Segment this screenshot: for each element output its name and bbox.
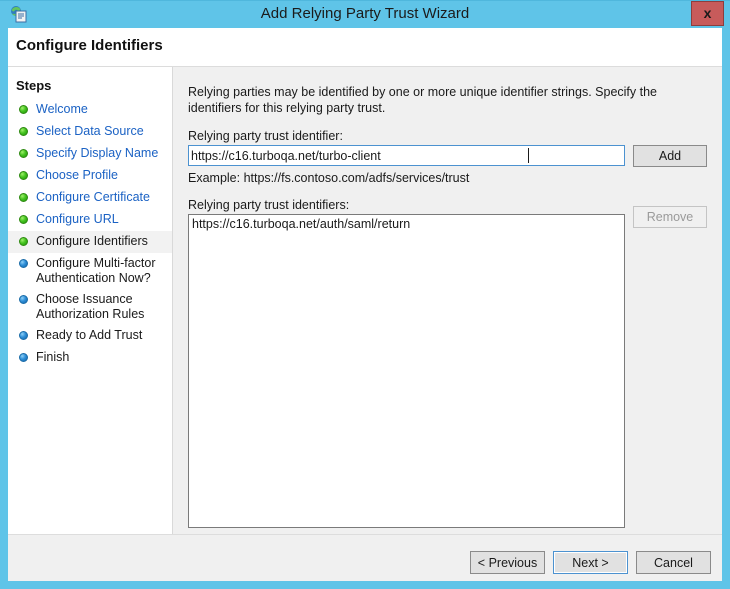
blue-bullet-icon xyxy=(19,259,28,268)
steps-list: Welcome Select Data Source Specify Displ… xyxy=(8,99,173,369)
page-title: Configure Identifiers xyxy=(16,37,163,54)
sidebar-item-configure-url[interactable]: Configure URL xyxy=(8,209,173,231)
green-bullet-icon xyxy=(19,215,28,224)
steps-heading: Steps xyxy=(16,78,52,93)
sidebar-item-welcome[interactable]: Welcome xyxy=(8,99,173,121)
green-bullet-icon xyxy=(19,149,28,158)
next-button[interactable]: Next > xyxy=(553,551,628,574)
sidebar-item-configure-certificate[interactable]: Configure Certificate xyxy=(8,187,173,209)
identifiers-listbox[interactable]: https://c16.turboqa.net/auth/saml/return xyxy=(188,214,625,528)
sidebar-item-specify-display-name[interactable]: Specify Display Name xyxy=(8,143,173,165)
sidebar-item-configure-identifiers: Configure Identifiers xyxy=(8,231,173,253)
step-label: Configure URL xyxy=(36,212,119,226)
green-bullet-icon xyxy=(19,237,28,246)
sidebar-item-select-data-source[interactable]: Select Data Source xyxy=(8,121,173,143)
sidebar-item-choose-profile[interactable]: Choose Profile xyxy=(8,165,173,187)
steps-sidebar: Steps Welcome Select Data Source Specify… xyxy=(8,67,173,534)
content-panel: Relying parties may be identified by one… xyxy=(173,67,722,534)
sidebar-item-choose-issuance-authorization-rules: Choose Issuance Authorization Rules xyxy=(8,289,173,325)
identifier-input[interactable] xyxy=(188,145,625,166)
footer-divider xyxy=(8,534,722,535)
page-header: Configure Identifiers xyxy=(8,28,722,66)
sidebar-item-finish: Finish xyxy=(8,347,173,369)
text-caret xyxy=(528,148,529,163)
step-label: Welcome xyxy=(36,102,88,116)
window-title: Add Relying Party Trust Wizard xyxy=(260,5,470,22)
blue-bullet-icon xyxy=(19,353,28,362)
step-label: Ready to Add Trust xyxy=(36,328,143,342)
previous-button[interactable]: < Previous xyxy=(470,551,545,574)
add-button[interactable]: Add xyxy=(633,145,707,167)
green-bullet-icon xyxy=(19,171,28,180)
step-label: Finish xyxy=(36,350,70,364)
step-label: Specify Display Name xyxy=(36,146,159,160)
cancel-button[interactable]: Cancel xyxy=(636,551,711,574)
title-bar: Add Relying Party Trust Wizard x xyxy=(0,0,730,28)
example-text: Example: https://fs.contoso.com/adfs/ser… xyxy=(188,171,470,185)
step-label: Configure Multi-factor Authentication No… xyxy=(36,256,156,285)
wizard-window: Add Relying Party Trust Wizard x Configu… xyxy=(0,0,730,589)
sidebar-item-ready-to-add-trust: Ready to Add Trust xyxy=(8,325,173,347)
close-icon[interactable]: x xyxy=(691,1,724,26)
green-bullet-icon xyxy=(19,105,28,114)
blue-bullet-icon xyxy=(19,331,28,340)
green-bullet-icon xyxy=(19,193,28,202)
step-label: Choose Profile xyxy=(36,168,118,182)
step-label: Configure Certificate xyxy=(36,190,150,204)
blue-bullet-icon xyxy=(19,295,28,304)
identifiers-label: Relying party trust identifiers: xyxy=(188,198,350,212)
list-item[interactable]: https://c16.turboqa.net/auth/saml/return xyxy=(189,215,624,234)
intro-text: Relying parties may be identified by one… xyxy=(188,85,658,115)
remove-button[interactable]: Remove xyxy=(633,206,707,228)
step-label: Choose Issuance Authorization Rules xyxy=(36,292,145,321)
step-label: Configure Identifiers xyxy=(36,234,148,248)
step-label: Select Data Source xyxy=(36,124,144,138)
identifier-label: Relying party trust identifier: xyxy=(188,129,343,143)
green-bullet-icon xyxy=(19,127,28,136)
sidebar-item-configure-multi-factor-authentication: Configure Multi-factor Authentication No… xyxy=(8,253,173,289)
